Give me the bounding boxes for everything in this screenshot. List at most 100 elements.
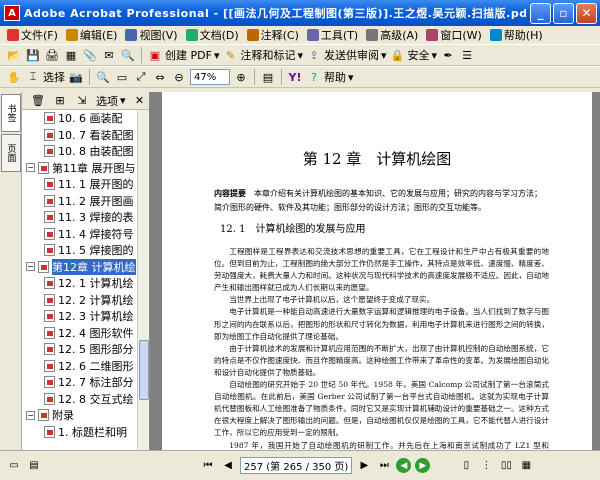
collapse-icon[interactable]: − bbox=[26, 262, 35, 272]
save-icon[interactable]: 💾 bbox=[25, 47, 41, 63]
bookmark-item[interactable]: − 第12章 计算机绘 bbox=[22, 258, 138, 276]
page-layout-icon[interactable]: ▤ bbox=[260, 69, 276, 85]
last-page-icon[interactable]: ⏭ bbox=[376, 458, 392, 474]
sign-icon[interactable]: ✒ bbox=[440, 47, 456, 63]
options-button[interactable]: 选项 ▾ bbox=[96, 93, 126, 109]
bookmark-item[interactable]: 12. 7 标注部分 bbox=[22, 374, 138, 391]
title-bar[interactable]: A Adobe Acrobat Professional - [[画法几何及工程… bbox=[0, 0, 600, 26]
bookmark-item[interactable]: 12. 8 交互式绘 bbox=[22, 391, 138, 408]
minimize-button[interactable]: _ bbox=[530, 2, 551, 24]
menu-item[interactable]: 高级(A) bbox=[363, 27, 421, 43]
bookmark-item[interactable]: 12. 6 二维图形 bbox=[22, 358, 138, 375]
page-number-field[interactable]: 257 (第 265 / 350 页) bbox=[240, 457, 353, 474]
bookmark-label: 11. 1 展开图的 bbox=[58, 178, 134, 192]
bookmark-item[interactable]: 11. 5 焊接图的 bbox=[22, 242, 138, 259]
next-view-icon[interactable]: ▶ bbox=[415, 458, 431, 473]
comment-markup-button[interactable]: ✎ 注释和标记 ▾ bbox=[222, 47, 303, 63]
select-tool-button[interactable]: ⌶ 选择 bbox=[25, 69, 65, 85]
bookmark-item[interactable]: 12. 3 计算机绘 bbox=[22, 308, 138, 325]
organizer-icon[interactable]: ▦ bbox=[63, 47, 79, 63]
single-page-icon[interactable]: ▯ bbox=[458, 458, 474, 474]
menu-item-label: 文件(F) bbox=[21, 29, 58, 42]
create-pdf-button[interactable]: ▣ 创建 PDF ▾ bbox=[147, 47, 220, 63]
zoom-level-input[interactable]: 47% bbox=[190, 69, 230, 85]
continuous-facing-icon[interactable]: ▦ bbox=[518, 458, 534, 474]
bookmark-item[interactable]: 12. 2 计算机绘 bbox=[22, 292, 138, 309]
menu-icon bbox=[7, 29, 19, 41]
bookmark-item[interactable]: 1. 标题栏和明 bbox=[22, 424, 138, 441]
tab-bookmarks[interactable]: 书签 bbox=[1, 94, 21, 132]
previous-view-icon[interactable]: ◀ bbox=[396, 458, 412, 473]
secure-label: 安全 bbox=[407, 49, 430, 62]
bookmark-item[interactable]: 12. 5 图形部分 bbox=[22, 341, 138, 358]
panel-close-icon[interactable]: ✕ bbox=[132, 93, 148, 109]
menu-item[interactable]: 窗口(W) bbox=[423, 27, 484, 43]
prev-page-icon[interactable]: ◀ bbox=[220, 458, 236, 474]
actual-size-icon[interactable]: ▭ bbox=[114, 69, 130, 85]
options-label: 选项 bbox=[96, 94, 118, 108]
collapse-icon[interactable]: − bbox=[26, 163, 35, 173]
bookmark-label: 12. 5 图形部分 bbox=[58, 343, 134, 357]
first-page-icon[interactable]: ⏮ bbox=[200, 458, 216, 474]
zoom-in-icon[interactable]: 🔍 bbox=[95, 69, 111, 85]
email-icon[interactable]: ✉ bbox=[101, 47, 117, 63]
page-view-icon[interactable]: ▭ bbox=[6, 458, 22, 474]
menu-item-label: 窗口(W) bbox=[440, 29, 482, 42]
delete-bookmark-icon[interactable]: 🗑 bbox=[30, 93, 46, 109]
help-button[interactable]: ? 帮助 ▾ bbox=[306, 69, 353, 85]
forms-icon[interactable]: ☰ bbox=[459, 47, 475, 63]
scrollbar-thumb[interactable] bbox=[139, 340, 149, 400]
tab-pages[interactable]: 页面 bbox=[1, 134, 21, 172]
print-icon[interactable]: 🖨 bbox=[44, 47, 60, 63]
hand-tool-icon[interactable]: ✋ bbox=[6, 69, 22, 85]
new-bookmark-icon[interactable]: ⊞ bbox=[52, 93, 68, 109]
open-icon[interactable]: 📂 bbox=[6, 47, 22, 63]
menu-item[interactable]: 帮助(H) bbox=[487, 27, 546, 43]
bookmark-item[interactable]: 11. 2 展开图画 bbox=[22, 193, 138, 210]
menu-item[interactable]: 编辑(E) bbox=[63, 27, 121, 43]
body-text: 工程图样是工程界表达和交流技术思想的重要工具，它在工程设计和生产中占有极其重要的… bbox=[214, 246, 549, 450]
fit-width-icon[interactable]: ⇔ bbox=[152, 69, 168, 85]
bookmark-page-icon bbox=[44, 227, 55, 240]
menu-item[interactable]: 文件(F) bbox=[4, 27, 61, 43]
menu-item[interactable]: 文档(D) bbox=[183, 27, 242, 43]
bookmark-item[interactable]: − 第11章 展开图与 bbox=[22, 160, 138, 177]
continuous-icon[interactable]: ⋮ bbox=[478, 458, 494, 474]
close-button[interactable]: ✕ bbox=[576, 2, 597, 24]
next-page-icon[interactable]: ▶ bbox=[356, 458, 372, 474]
facing-icon[interactable]: ▯▯ bbox=[498, 458, 514, 474]
zoom-in-plus-icon[interactable]: ⊕ bbox=[233, 69, 249, 85]
zoom-out-icon[interactable]: ⊖ bbox=[171, 69, 187, 85]
bookmarks-panel-header: 🗑 ⊞ ⇲ 选项 ▾ ✕ bbox=[22, 92, 149, 110]
attach-icon[interactable]: 📎 bbox=[82, 47, 98, 63]
bookmark-scrollbar[interactable] bbox=[137, 110, 149, 450]
bookmark-page-icon bbox=[38, 161, 49, 174]
menu-item[interactable]: 工具(T) bbox=[304, 27, 361, 43]
bookmark-item[interactable]: 11. 4 焊接符号 bbox=[22, 226, 138, 243]
bookmark-item[interactable]: 10. 6 画装配 bbox=[22, 110, 138, 127]
secure-button[interactable]: 🔒 安全 ▾ bbox=[390, 47, 437, 63]
collapse-icon[interactable]: − bbox=[26, 410, 35, 420]
expand-bookmark-icon[interactable]: ⇲ bbox=[74, 93, 90, 109]
comment-icon: ✎ bbox=[225, 48, 236, 62]
bookmark-item[interactable]: 10. 7 看装配图 bbox=[22, 127, 138, 144]
bookmark-item[interactable]: 10. 8 由装配图 bbox=[22, 143, 138, 160]
bookmark-item[interactable]: 12. 4 图形软件 bbox=[22, 325, 138, 342]
bookmark-page-icon bbox=[44, 145, 55, 158]
menu-bar: 文件(F) 编辑(E) 视图(V) 文档(D) 注释(C) 工具(T) 高级(A) 窗口(W)… bbox=[0, 26, 600, 44]
article-icon[interactable]: ▤ bbox=[26, 458, 42, 474]
bookmark-item[interactable]: 12. 1 计算机绘 bbox=[22, 275, 138, 292]
menu-item[interactable]: 视图(V) bbox=[122, 27, 180, 43]
menu-icon bbox=[246, 29, 259, 41]
yahoo-icon[interactable]: Y! bbox=[287, 69, 303, 85]
send-review-button[interactable]: ⇪ 发送供审阅 ▾ bbox=[306, 47, 386, 63]
snapshot-icon[interactable]: 📷 bbox=[68, 69, 84, 85]
bookmark-page-icon bbox=[44, 376, 55, 389]
search-icon[interactable]: 🔍 bbox=[120, 47, 136, 63]
menu-item[interactable]: 注释(C) bbox=[244, 27, 302, 43]
bookmark-item[interactable]: − 附录 bbox=[22, 407, 138, 424]
bookmark-item[interactable]: 11. 3 焊接的表 bbox=[22, 209, 138, 226]
fit-page-icon[interactable]: ⤢ bbox=[133, 69, 149, 85]
bookmark-item[interactable]: 11. 1 展开图的 bbox=[22, 176, 138, 193]
restore-button[interactable]: ▫ bbox=[553, 2, 574, 24]
